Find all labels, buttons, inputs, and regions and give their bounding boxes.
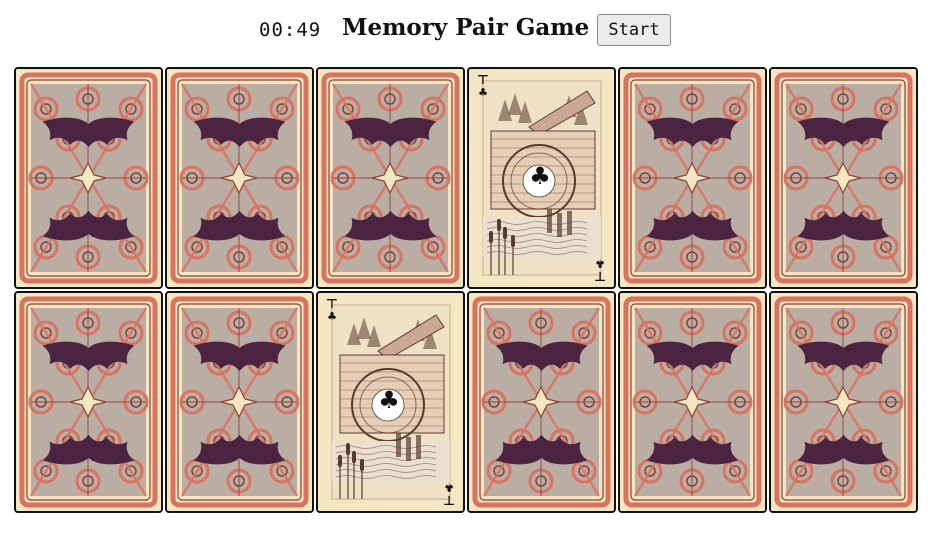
card-back-art — [318, 69, 463, 287]
card-face-down[interactable] — [769, 67, 918, 289]
card-back-art — [620, 293, 765, 511]
card-back-art — [167, 293, 312, 511]
card-back-art — [771, 293, 916, 511]
card-face-down[interactable] — [165, 67, 314, 289]
card-back-art — [167, 69, 312, 287]
card-face-up[interactable]: ♣ ⊤ ♣ ⊤ ♣ — [316, 291, 465, 513]
card-rank-glyph: ⊤ — [594, 268, 606, 283]
card-face-down[interactable] — [618, 291, 767, 513]
card-suit-glyph: ♣ — [327, 310, 337, 323]
card-face-down[interactable] — [769, 291, 918, 513]
game-title: Memory Pair Game — [342, 14, 590, 41]
card-face-down[interactable] — [467, 291, 616, 513]
card-back-art — [469, 293, 614, 511]
card-face-down[interactable] — [14, 291, 163, 513]
card-face-down[interactable] — [14, 67, 163, 289]
card-index-top: ⊤ ♣ — [476, 74, 490, 99]
club-suit-icon: ♣ — [529, 162, 551, 190]
card-back-art — [771, 69, 916, 287]
card-face-down[interactable] — [618, 67, 767, 289]
card-index-bottom: ⊤ ♣ — [442, 481, 456, 507]
card-index-bottom: ⊤ ♣ — [593, 257, 607, 283]
card-face-up[interactable]: ♣ ⊤ ♣ ⊤ ♣ — [467, 67, 616, 289]
game-timer: 00:49 — [259, 19, 322, 41]
card-back-art — [16, 69, 161, 287]
game-header: 00:49 Memory Pair Game Start — [0, 0, 946, 62]
card-back-art — [16, 293, 161, 511]
card-face-down[interactable] — [316, 67, 465, 289]
card-grid: ♣ ⊤ ♣ ⊤ ♣ ♣ ⊤ ♣ ⊤ ♣ — [14, 67, 918, 513]
card-rank-glyph: ⊤ — [443, 492, 455, 507]
card-suit-glyph: ♣ — [595, 257, 605, 270]
card-back-art — [620, 69, 765, 287]
card-suit-glyph: ♣ — [444, 481, 454, 494]
card-index-top: ⊤ ♣ — [325, 298, 339, 323]
card-suit-glyph: ♣ — [478, 86, 488, 99]
card-face-down[interactable] — [165, 291, 314, 513]
start-button[interactable]: Start — [597, 14, 671, 46]
club-suit-icon: ♣ — [378, 386, 400, 414]
